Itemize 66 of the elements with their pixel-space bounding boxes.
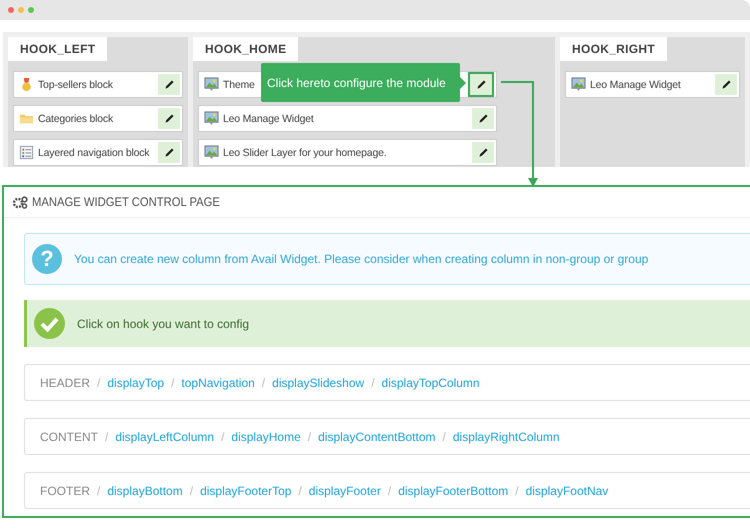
module-name: Leo Slider Layer for your homepage. — [223, 146, 386, 158]
hook-link[interactable]: topNavigation — [181, 376, 255, 390]
hook-link[interactable]: displayFooterTop — [200, 484, 292, 498]
section-label: FOOTER — [40, 484, 90, 498]
hook-link[interactable]: displayRightColumn — [452, 430, 560, 444]
hook-tab[interactable]: HOOK_RIGHT — [560, 37, 668, 61]
section-label: HEADER — [40, 376, 90, 390]
picture-icon — [204, 77, 219, 92]
edit-button[interactable] — [472, 142, 494, 163]
success-message: Click on hook you want to config — [77, 316, 250, 330]
hook-tab[interactable]: HOOK_LEFT — [8, 37, 108, 61]
hook-link[interactable]: displayTop — [107, 376, 164, 390]
hook-link[interactable]: displayLeftColumn — [115, 430, 214, 444]
hook-link[interactable]: displaySlideshow — [272, 376, 364, 390]
separator: / — [221, 430, 224, 444]
edit-button[interactable] — [472, 108, 494, 129]
section-label: CONTENT — [40, 430, 98, 444]
hook-link[interactable]: displayFooter — [308, 484, 381, 498]
edit-button[interactable] — [158, 108, 180, 129]
edit-button[interactable] — [158, 142, 180, 163]
edit-button[interactable] — [715, 74, 737, 95]
panel-title: MANAGE WIDGET CONTROL PAGE — [32, 195, 220, 209]
picture-icon — [204, 111, 219, 126]
tooltip-pointer — [460, 76, 466, 88]
separator: / — [388, 484, 392, 498]
module-name: Categories block — [38, 112, 114, 124]
separator: / — [298, 484, 302, 498]
separator: / — [262, 376, 266, 390]
hook-link[interactable]: displayHome — [231, 430, 301, 444]
separator: / — [105, 430, 108, 444]
separator: / — [515, 484, 519, 498]
pencil-icon — [162, 78, 176, 91]
hook-tab[interactable]: HOOK_HOME — [193, 37, 298, 61]
module-name: Leo Manage Widget — [223, 112, 314, 124]
edit-button[interactable] — [468, 72, 494, 97]
question-icon: ? — [32, 244, 62, 274]
module-name: Leo Manage Widget — [590, 78, 681, 90]
edit-button[interactable] — [158, 74, 180, 95]
pencil-icon — [720, 78, 732, 91]
tooltip: Click hereto configure the module — [261, 63, 460, 102]
module-name: Layered navigation block — [38, 146, 150, 158]
pencil-icon — [476, 112, 490, 125]
separator: / — [97, 484, 100, 498]
pencil-icon — [162, 146, 176, 159]
hook-link[interactable]: displayBottom — [107, 484, 183, 498]
separator: / — [371, 376, 375, 390]
hook-link[interactable]: displayFooterBottom — [398, 484, 508, 498]
hook-link[interactable]: displayContentBottom — [318, 430, 436, 444]
module-name: Theme — [223, 78, 255, 90]
picture-icon — [571, 77, 586, 92]
pencil-icon — [162, 112, 176, 125]
separator: / — [97, 376, 100, 390]
separator: / — [190, 484, 194, 498]
separator: / — [308, 430, 312, 444]
separator: / — [442, 430, 446, 444]
list-icon — [19, 145, 34, 160]
pencil-icon — [474, 78, 488, 91]
check-icon — [34, 308, 65, 339]
module-name: Top-sellers block — [38, 78, 113, 90]
picture-icon — [204, 145, 219, 160]
hook-link[interactable]: displayTopColumn — [382, 376, 480, 390]
separator: / — [171, 376, 174, 390]
gears-icon — [12, 196, 28, 208]
pencil-icon — [476, 146, 490, 159]
info-message: You can create new column from Avail Widget. Please consider when creating column in non-group or group — [74, 252, 648, 266]
hook-link[interactable]: displayFootNav — [526, 484, 608, 498]
